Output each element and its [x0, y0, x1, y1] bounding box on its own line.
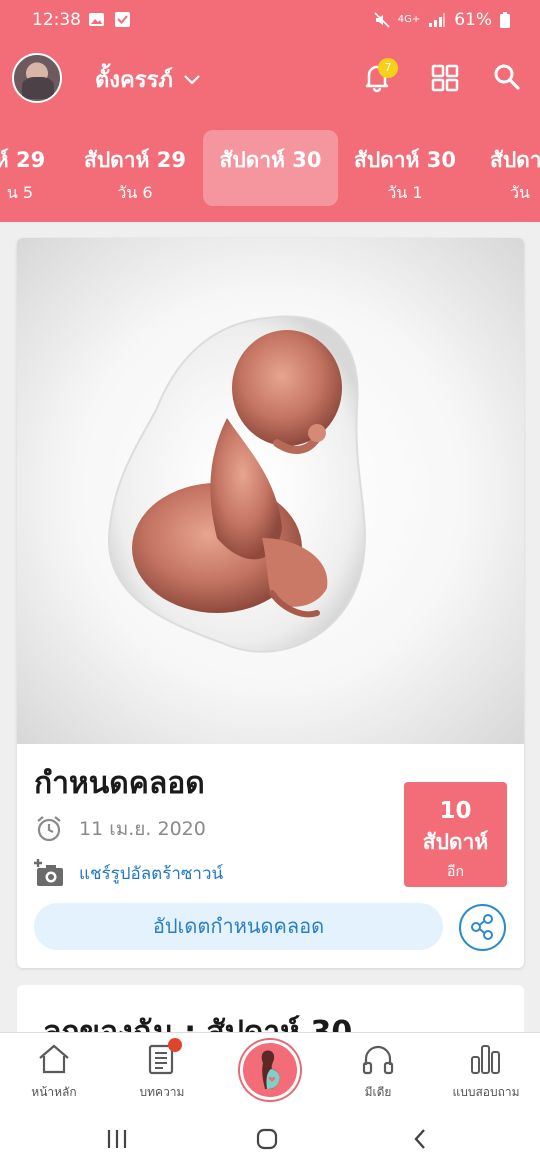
fetus-icon: [107, 315, 366, 653]
due-date-title: กำหนดคลอด: [34, 766, 205, 801]
profile-switcher[interactable]: ตั้งครรภ์: [95, 62, 201, 97]
headphones-icon: [362, 1045, 394, 1075]
week-tab-day: วัน 6: [117, 183, 153, 202]
weeks-remaining-unit: สัปดาห์: [422, 830, 489, 854]
home-icon: [39, 1044, 69, 1074]
nav-articles[interactable]: บทความ: [112, 1033, 212, 1111]
avatar[interactable]: [12, 53, 62, 103]
share-ultrasound-link[interactable]: แชร์รูปอัลตร้าซาวน์: [33, 858, 223, 888]
share-button[interactable]: [459, 904, 506, 951]
week-selector[interactable]: ห์ 29 น 5 สัปดาห์ 29 วัน 6 สัปดาห์ 30 สั…: [0, 130, 540, 206]
nav-quiz-label: แบบสอบถาม: [452, 1085, 520, 1099]
bar-chart-icon: [471, 1045, 500, 1074]
week-tab[interactable]: สัปดาห์ 29 วัน 6: [70, 130, 200, 206]
top-bar: ตั้งครรภ์: [0, 48, 540, 110]
add-photo-icon: [34, 859, 63, 886]
fetus-illustration: [17, 238, 524, 744]
status-right: 4G+ 61%: [374, 10, 510, 30]
home-button-icon[interactable]: [256, 1128, 278, 1150]
nav-media-label: มีเดีย: [364, 1085, 392, 1099]
alarm-clock-icon: [37, 816, 61, 842]
nav-articles-label: บทความ: [139, 1085, 185, 1099]
nav-quiz[interactable]: แบบสอบถาม: [436, 1033, 536, 1111]
week-tab-title: สัปดาห์ 29: [84, 148, 186, 172]
share-icon: [471, 914, 493, 940]
weeks-remaining-number: 10: [439, 798, 472, 824]
articles-unread-dot: [168, 1038, 182, 1052]
week-tab-title: ห์ 29: [0, 148, 46, 172]
week-tab-title: สัปดา: [490, 148, 540, 172]
due-date-row: 11 เม.ย. 2020: [35, 814, 206, 844]
due-date-value: 11 เม.ย. 2020: [79, 818, 206, 840]
week-tab-day: น 5: [6, 183, 34, 202]
week-tab[interactable]: ห์ 29 น 5: [0, 130, 60, 206]
network-label: 4G+: [397, 14, 421, 25]
signal-icon: [429, 13, 446, 27]
week-tab-title: สัปดาห์ 30: [219, 148, 322, 172]
week-tab-day: วัน 1: [387, 183, 423, 202]
weeks-remaining-badge: 10 สัปดาห์ อีก: [404, 782, 507, 887]
nav-home-label: หน้าหลัก: [31, 1085, 77, 1099]
week-tab[interactable]: สัปดา วัน: [480, 130, 540, 206]
battery-label: 61%: [454, 10, 492, 30]
app-header: 12:38 4G+ 61% ตั้งครรภ์ 7 ห์ 29 น 5 สัปด…: [0, 0, 540, 222]
week-tab-day: วัน: [510, 183, 530, 202]
download-icon: [115, 12, 130, 27]
pregnant-woman-icon: [261, 1050, 280, 1089]
status-bar: 12:38 4G+ 61%: [0, 0, 540, 42]
weeks-remaining-suffix: อีก: [447, 864, 464, 880]
pregnancy-center-button[interactable]: [240, 1040, 300, 1100]
update-due-date-button[interactable]: อัปเดตกำหนดคลอด: [34, 903, 443, 950]
notification-badge: 7: [378, 58, 398, 78]
search-icon[interactable]: [490, 60, 524, 94]
gallery-icon: [89, 13, 104, 26]
back-icon[interactable]: [410, 1128, 432, 1150]
battery-icon: [500, 12, 510, 28]
status-time: 12:38: [32, 10, 81, 30]
mute-icon: [374, 12, 390, 28]
share-ultrasound-label: แชร์รูปอัลตร้าซาวน์: [79, 863, 224, 884]
grid-icon[interactable]: [428, 60, 462, 94]
week-tab-title: สัปดาห์ 30: [354, 148, 456, 172]
chevron-down-icon: [184, 74, 200, 85]
recent-apps-icon[interactable]: [106, 1128, 128, 1150]
due-date-card: กำหนดคลอด 11 เม.ย. 2020 แชร์รูปอัลตร้าซา…: [17, 238, 524, 968]
nav-media[interactable]: มีเดีย: [328, 1033, 428, 1111]
week-tab[interactable]: สัปดาห์ 30 วัน 1: [340, 130, 470, 206]
week-tab-active[interactable]: สัปดาห์ 30: [203, 130, 338, 206]
nav-home[interactable]: หน้าหลัก: [4, 1033, 104, 1111]
system-navigation: [0, 1110, 540, 1170]
username: ตั้งครรภ์: [95, 68, 173, 93]
